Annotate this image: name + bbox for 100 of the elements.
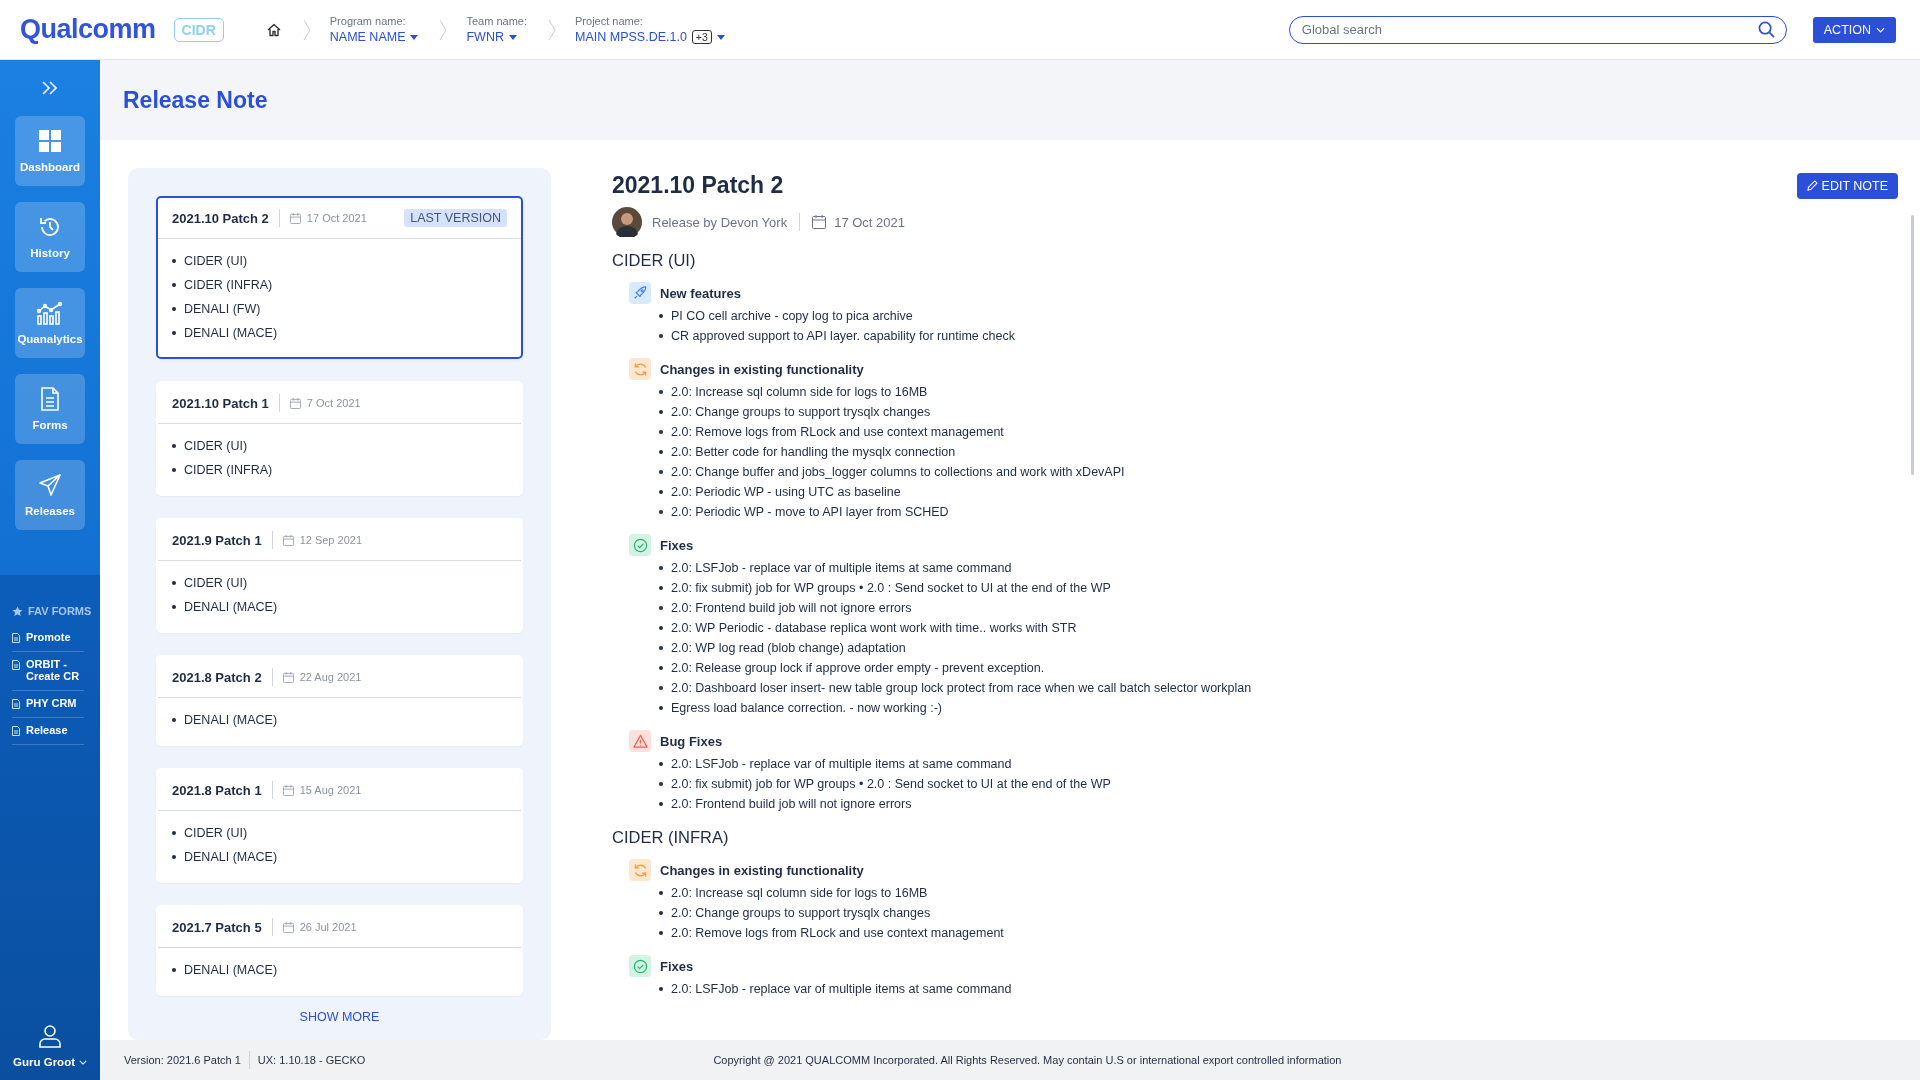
bullet-icon <box>659 390 663 394</box>
fav-form-link[interactable]: PHY CRM <box>26 697 77 709</box>
rocket-icon <box>629 282 651 304</box>
breadcrumb-value[interactable]: NAME NAME <box>329 30 406 44</box>
component-item: CIDER (UI) <box>184 575 248 592</box>
document-icon <box>12 699 20 709</box>
chevron-down-icon <box>1876 26 1885 33</box>
home-icon[interactable] <box>265 21 282 38</box>
group-heading: Changes in existing functionality <box>660 862 864 878</box>
edit-note-button[interactable]: EDIT NOTE <box>1796 172 1898 199</box>
bullet-icon <box>659 626 663 630</box>
component-item: CIDER (UI) <box>184 438 248 455</box>
note-item: 2.0: Periodic WP - move to API layer from SCHED <box>671 504 949 521</box>
bullet-icon <box>172 855 176 859</box>
bullet-icon <box>172 831 176 835</box>
bullet-icon <box>172 331 176 335</box>
release-heading: 2021.10 Patch 2 <box>612 172 784 199</box>
component-item: CIDER (INFRA) <box>184 277 273 294</box>
calendar-icon <box>812 215 827 229</box>
release-title: 2021.10 Patch 2 <box>172 210 269 226</box>
paper-plane-icon <box>38 473 62 497</box>
fav-form-link[interactable]: Release <box>26 724 68 736</box>
component-item: DENALI (MACE) <box>184 599 278 616</box>
bullet-icon <box>659 782 663 786</box>
chevron-down-icon <box>79 1059 87 1065</box>
bullet-icon <box>659 450 663 454</box>
note-item: 2.0: Frontend build job will not ignore errors <box>671 796 912 813</box>
chevron-separator-icon <box>547 17 557 42</box>
note-item: 2.0: WP log read (blob change) adaptation <box>671 640 906 657</box>
breadcrumb-value[interactable]: FWNR <box>466 30 504 44</box>
bullet-icon <box>172 605 176 609</box>
grid-icon <box>38 129 62 153</box>
release-title: 2021.9 Patch 1 <box>172 532 262 548</box>
note-item: 2.0: Change groups to support trysqlx changes <box>671 404 931 421</box>
action-button[interactable]: ACTION <box>1812 16 1896 43</box>
scrollbar[interactable] <box>1911 215 1914 475</box>
show-more-link[interactable]: SHOW MORE <box>299 1010 380 1024</box>
document-icon <box>12 726 20 736</box>
group-heading: Bug Fixes <box>660 733 723 749</box>
fav-form-link[interactable]: ORBIT - Create CR <box>26 658 84 682</box>
refresh-icon <box>629 859 651 881</box>
note-item: 2.0: fix submit) job for WP groups • 2.0 : Send socket to UI at the end of the WP <box>671 776 1111 793</box>
note-item: 2.0: fix submit) job for WP groups • 2.0 : Send socket to UI at the end of the WP <box>671 580 1111 597</box>
note-item: 2.0: LSFJob - replace var of multiple items at same command <box>671 756 1012 773</box>
calendar-icon <box>289 397 301 409</box>
bullet-icon <box>659 891 663 895</box>
note-item: CR approved support to API layer. capability for runtime check <box>671 328 1015 345</box>
breadcrumb-label: Team name: <box>466 15 527 27</box>
chevron-separator-icon <box>438 17 449 42</box>
nav-item[interactable]: Releases <box>15 460 85 530</box>
caret-icon[interactable] <box>716 34 725 40</box>
release-card[interactable]: 2021.8 Patch 2 22 Aug 2021 DENALI (MACE) <box>156 655 523 746</box>
count-badge: +3 <box>691 30 712 44</box>
calendar-icon <box>282 921 294 933</box>
user-name: Guru Groot <box>13 1056 75 1068</box>
page-title: Release Note <box>123 86 268 114</box>
release-card[interactable]: 2021.10 Patch 2 17 Oct 2021 LAST VERSION CIDER (UI) CIDER (INFRA) DENALI (FW) DENALI (MACE) <box>156 196 523 359</box>
note-item: PI CO cell archive - copy log to pica archive <box>671 308 913 325</box>
component-item: CIDER (INFRA) <box>184 462 273 479</box>
release-title: 2021.10 Patch 1 <box>172 395 269 411</box>
chevron-separator-icon <box>301 17 312 42</box>
component-item: DENALI (MACE) <box>184 712 278 729</box>
bullet-icon <box>659 762 663 766</box>
release-date: 22 Aug 2021 <box>299 671 362 683</box>
note-item: 2.0: Better code for handling the mysqlx connection <box>671 444 956 461</box>
user-icon <box>38 1024 62 1048</box>
caret-icon[interactable] <box>410 34 419 40</box>
chart-icon <box>37 301 63 325</box>
release-card[interactable]: 2021.7 Patch 5 26 Jul 2021 DENALI (MACE) <box>156 905 523 996</box>
release-card[interactable]: 2021.8 Patch 1 15 Aug 2021 CIDER (UI) DENALI (MACE) <box>156 768 523 883</box>
user-menu[interactable]: Guru Groot <box>13 1024 87 1068</box>
release-card[interactable]: 2021.10 Patch 1 7 Oct 2021 CIDER (UI) CIDER (INFRA) <box>156 381 523 496</box>
note-item: 2.0: Change buffer and jobs_logger columns to collections and work with xDevAPI <box>671 464 1125 481</box>
bullet-icon <box>659 586 663 590</box>
breadcrumb-label: Program name: <box>329 15 407 27</box>
search-icon[interactable] <box>1757 20 1775 38</box>
bullet-icon <box>172 283 176 287</box>
logo: Qualcomm <box>20 14 156 45</box>
bullet-icon <box>172 581 176 585</box>
bullet-icon <box>659 931 663 935</box>
breadcrumb-value[interactable]: MAIN MPSS.DE.1.0 <box>575 30 687 44</box>
release-title: 2021.8 Patch 1 <box>172 782 262 798</box>
note-item: Egress load balance correction. - now working :-) <box>671 700 942 717</box>
fav-form-link[interactable]: Promote <box>26 631 71 643</box>
bullet-icon <box>172 468 176 472</box>
note-item: 2.0: Remove logs from RLock and use context management <box>671 925 1004 942</box>
group-heading: Changes in existing functionality <box>660 361 864 377</box>
search-field[interactable]: Global search <box>1288 15 1787 44</box>
bullet-icon <box>659 430 663 434</box>
group-heading: Fixes <box>660 537 694 553</box>
release-title: 2021.7 Patch 5 <box>172 919 262 935</box>
note-item: 2.0: Frontend build job will not ignore errors <box>671 600 912 617</box>
pencil-icon <box>1806 180 1818 191</box>
calendar-icon <box>282 534 294 546</box>
release-card[interactable]: 2021.9 Patch 1 12 Sep 2021 CIDER (UI) DENALI (MACE) <box>156 518 523 633</box>
expand-icon[interactable] <box>41 80 59 96</box>
component-item: DENALI (MACE) <box>184 849 278 866</box>
note-item: 2.0: Increase sql column side for logs to 16MB <box>671 885 928 902</box>
caret-icon[interactable] <box>509 34 517 40</box>
note-item: 2.0: WP Periodic - database replica wont work with time.. works with STR <box>671 620 1077 637</box>
